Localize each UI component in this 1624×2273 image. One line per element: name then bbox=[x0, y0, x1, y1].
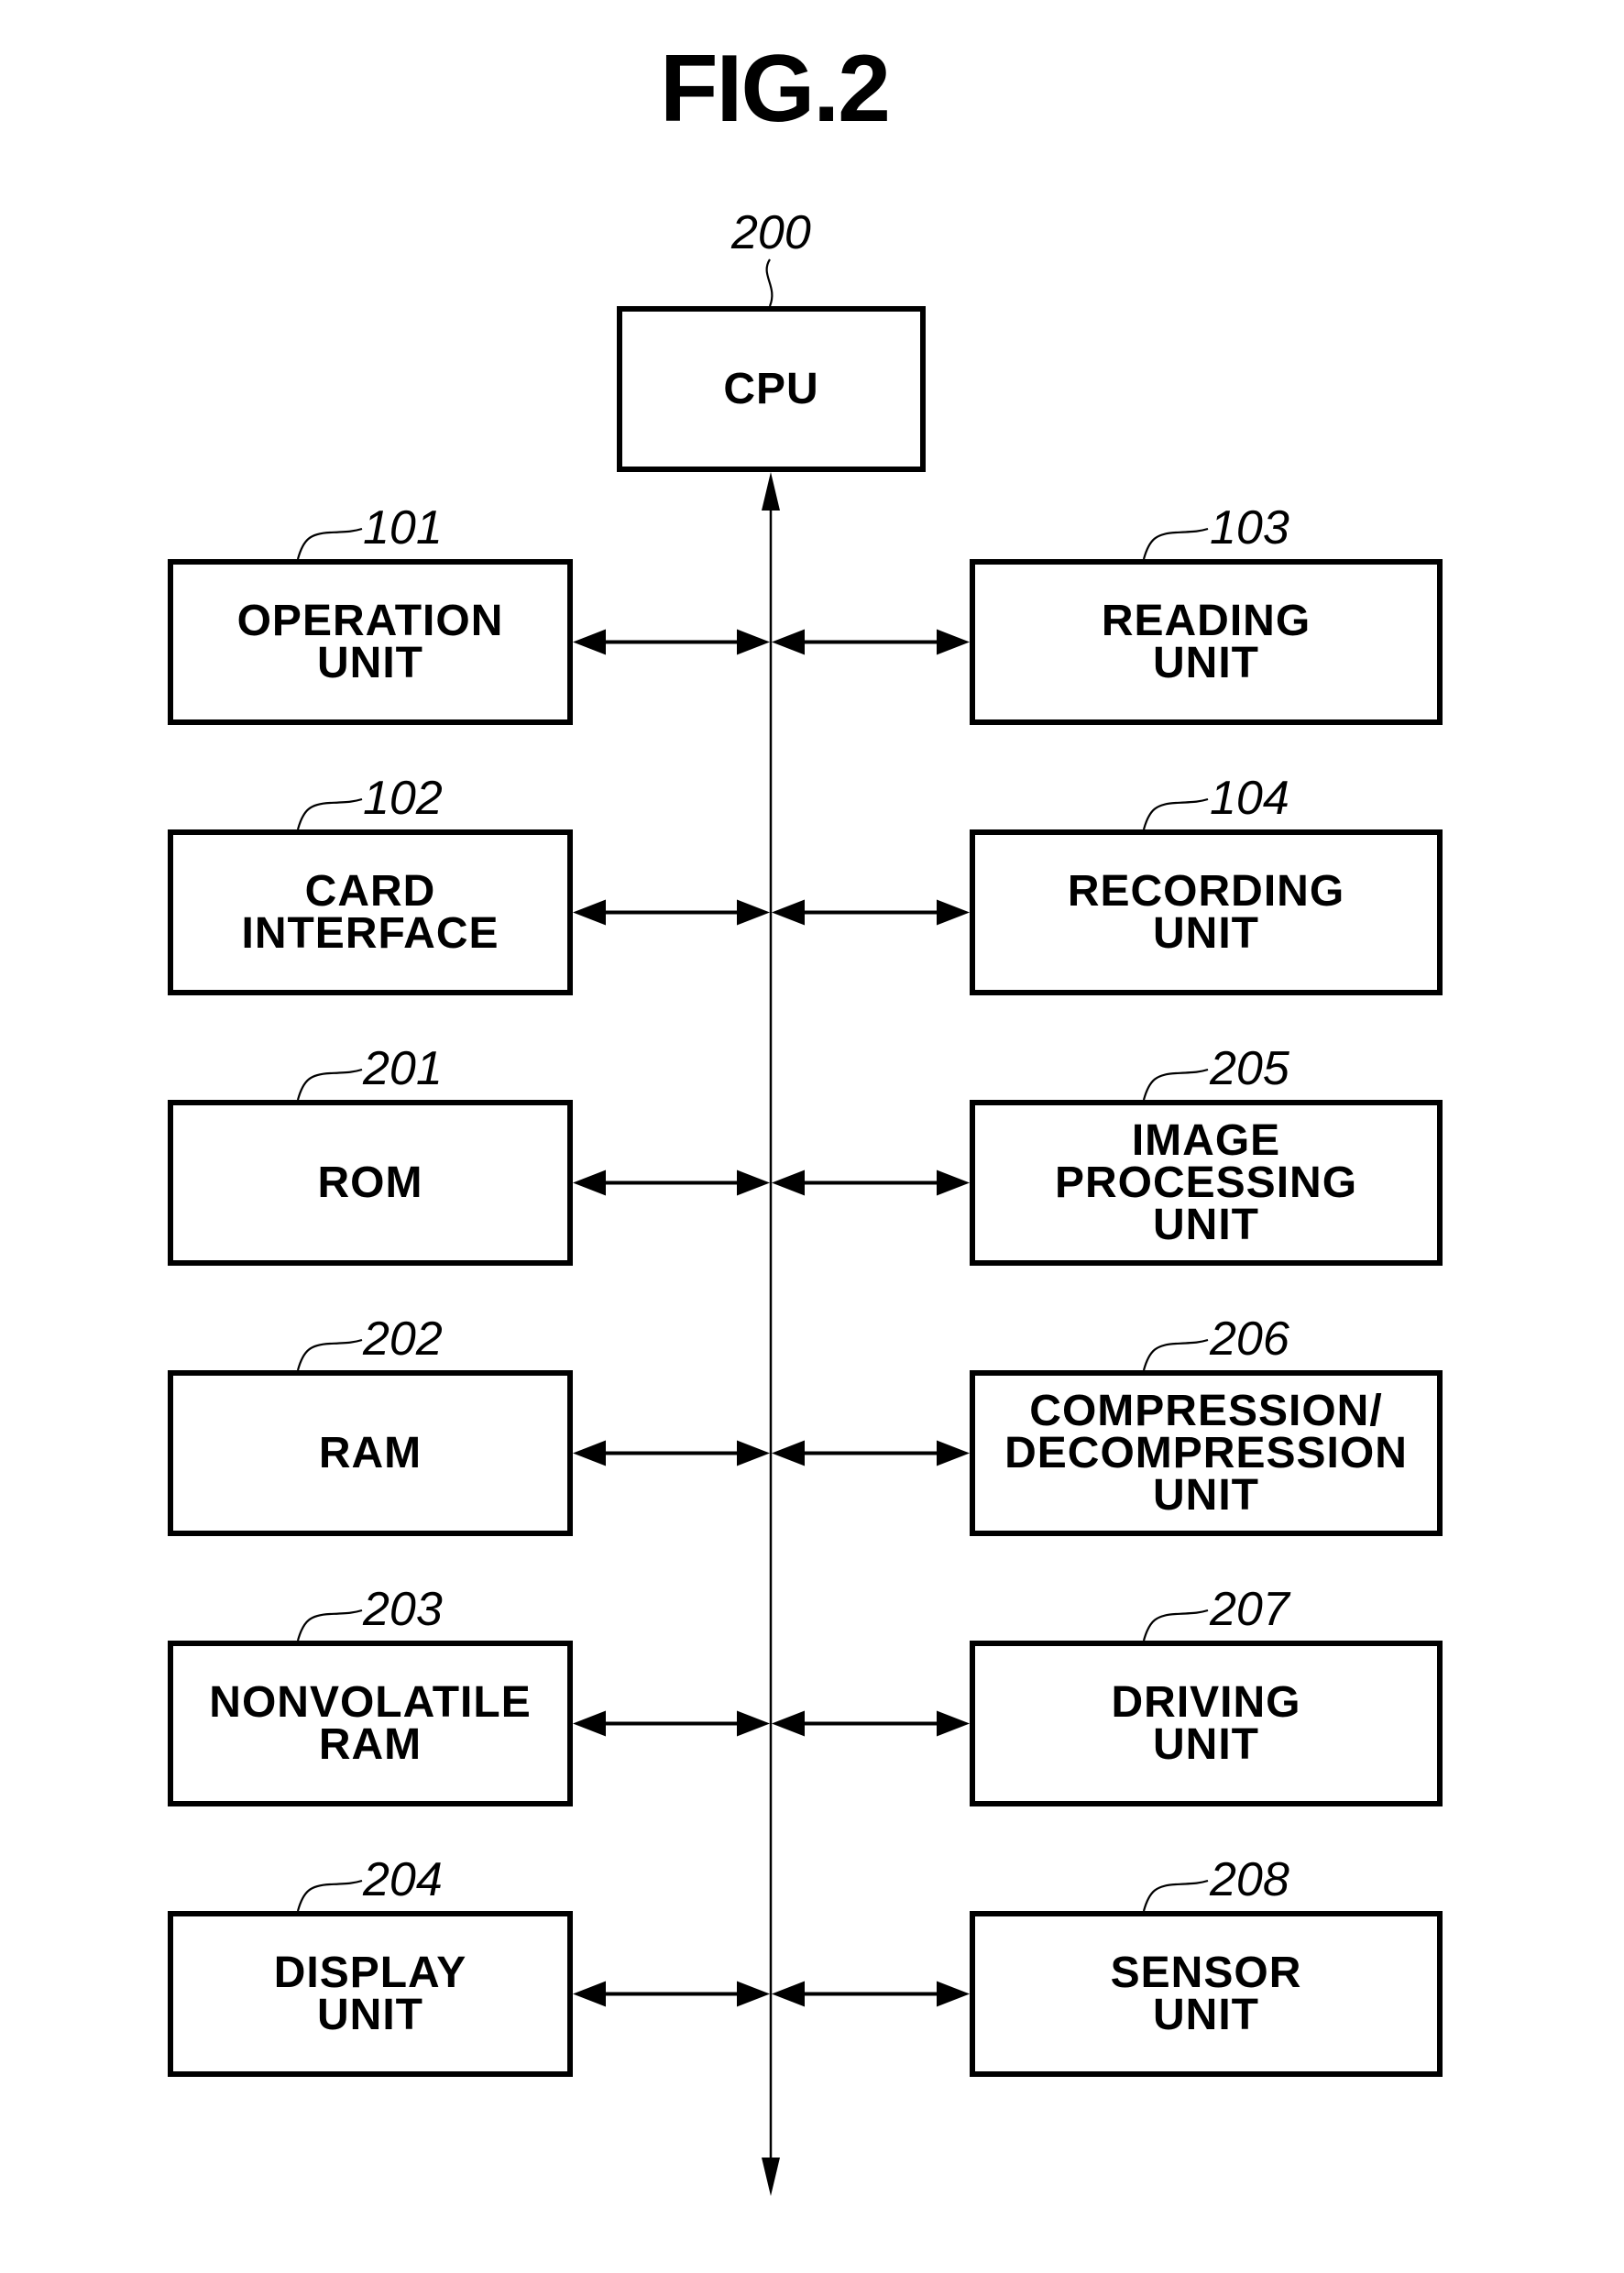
right-connector-arrow-bus-icon-208 bbox=[772, 1981, 805, 2007]
left-ref-numeral-102: 102 bbox=[363, 772, 443, 825]
right-block-207-label: DRIVING UNIT bbox=[1111, 1677, 1301, 1769]
left-leader-line-102 bbox=[296, 797, 363, 830]
right-connector-arrow-block-icon-207 bbox=[937, 1710, 970, 1737]
right-leader-line-208 bbox=[1142, 1879, 1209, 1912]
cpu-ref-numeral: 200 bbox=[731, 206, 811, 259]
right-block-208: SENSOR UNIT bbox=[970, 1911, 1443, 2077]
right-ref-numeral-104: 104 bbox=[1210, 772, 1289, 825]
left-connector-arrow-bus-icon-203 bbox=[737, 1710, 770, 1737]
right-block-103: READING UNIT bbox=[970, 559, 1443, 725]
left-connector-arrow-bus-icon-101 bbox=[737, 629, 770, 655]
right-leader-line-103 bbox=[1142, 527, 1209, 560]
left-block-202: RAM bbox=[168, 1370, 573, 1536]
right-connector-arrow-block-icon-104 bbox=[937, 899, 970, 926]
cpu-leader-line bbox=[765, 258, 774, 307]
right-block-205: IMAGE PROCESSING UNIT bbox=[970, 1100, 1443, 1266]
left-connector-arrow-bus-icon-201 bbox=[737, 1169, 770, 1196]
left-connector-arrow-bus-icon-202 bbox=[737, 1440, 770, 1466]
right-leader-line-205 bbox=[1142, 1068, 1209, 1101]
right-block-205-label: IMAGE PROCESSING UNIT bbox=[1054, 1115, 1358, 1249]
right-connector-arrow-block-icon-103 bbox=[937, 629, 970, 655]
left-ref-numeral-202: 202 bbox=[363, 1312, 443, 1366]
right-block-104: RECORDING UNIT bbox=[970, 829, 1443, 995]
left-block-101-label: OPERATION UNIT bbox=[236, 596, 504, 687]
cpu-block: CPU bbox=[617, 306, 926, 472]
cpu-block-label: CPU bbox=[723, 364, 819, 413]
left-block-102-label: CARD INTERFACE bbox=[241, 866, 499, 958]
left-connector-arrow-block-icon-102 bbox=[573, 899, 606, 926]
right-ref-numeral-205: 205 bbox=[1210, 1042, 1289, 1095]
right-leader-line-206 bbox=[1142, 1338, 1209, 1371]
left-block-203: NONVOLATILE RAM bbox=[168, 1641, 573, 1806]
right-connector-arrow-bus-icon-207 bbox=[772, 1710, 805, 1737]
left-block-204-label: DISPLAY UNIT bbox=[273, 1948, 467, 2039]
left-leader-line-203 bbox=[296, 1609, 363, 1642]
left-connector-arrow-block-icon-101 bbox=[573, 629, 606, 655]
right-connector-arrow-bus-icon-104 bbox=[772, 899, 805, 926]
left-block-203-label: NONVOLATILE RAM bbox=[209, 1677, 532, 1769]
left-block-201-label: ROM bbox=[317, 1158, 423, 1207]
right-ref-numeral-103: 103 bbox=[1210, 501, 1289, 555]
left-leader-line-101 bbox=[296, 527, 363, 560]
left-ref-numeral-201: 201 bbox=[363, 1042, 443, 1095]
right-leader-line-104 bbox=[1142, 797, 1209, 830]
left-connector-arrow-block-icon-203 bbox=[573, 1710, 606, 1737]
right-connector-arrow-bus-icon-205 bbox=[772, 1169, 805, 1196]
right-connector-arrow-block-icon-206 bbox=[937, 1440, 970, 1466]
right-block-103-label: READING UNIT bbox=[1101, 596, 1311, 687]
bus-arrow-down-icon bbox=[762, 2158, 780, 2196]
right-leader-line-207 bbox=[1142, 1609, 1209, 1642]
left-block-102: CARD INTERFACE bbox=[168, 829, 573, 995]
right-connector-arrow-bus-icon-206 bbox=[772, 1440, 805, 1466]
right-block-206: COMPRESSION/ DECOMPRESSION UNIT bbox=[970, 1370, 1443, 1536]
left-block-101: OPERATION UNIT bbox=[168, 559, 573, 725]
left-connector-arrow-bus-icon-102 bbox=[737, 899, 770, 926]
left-connector-arrow-block-icon-202 bbox=[573, 1440, 606, 1466]
left-connector-arrow-block-icon-201 bbox=[573, 1169, 606, 1196]
right-connector-arrow-block-icon-205 bbox=[937, 1169, 970, 1196]
left-leader-line-201 bbox=[296, 1068, 363, 1101]
left-block-201: ROM bbox=[168, 1100, 573, 1266]
right-block-207: DRIVING UNIT bbox=[970, 1641, 1443, 1806]
left-ref-numeral-101: 101 bbox=[363, 501, 443, 555]
right-ref-numeral-206: 206 bbox=[1210, 1312, 1289, 1366]
left-block-202-label: RAM bbox=[318, 1428, 422, 1477]
right-ref-numeral-207: 207 bbox=[1210, 1583, 1289, 1636]
right-connector-arrow-bus-icon-103 bbox=[772, 629, 805, 655]
bus-arrow-up-icon bbox=[762, 472, 780, 511]
left-connector-arrow-bus-icon-204 bbox=[737, 1981, 770, 2007]
right-connector-arrow-block-icon-208 bbox=[937, 1981, 970, 2007]
left-block-204: DISPLAY UNIT bbox=[168, 1911, 573, 2077]
right-block-104-label: RECORDING UNIT bbox=[1067, 866, 1345, 958]
right-ref-numeral-208: 208 bbox=[1210, 1853, 1289, 1906]
left-leader-line-204 bbox=[296, 1879, 363, 1912]
left-ref-numeral-204: 204 bbox=[363, 1853, 443, 1906]
left-connector-arrow-block-icon-204 bbox=[573, 1981, 606, 2007]
right-block-208-label: SENSOR UNIT bbox=[1110, 1948, 1302, 2039]
left-ref-numeral-203: 203 bbox=[363, 1583, 443, 1636]
left-leader-line-202 bbox=[296, 1338, 363, 1371]
right-block-206-label: COMPRESSION/ DECOMPRESSION UNIT bbox=[1004, 1386, 1408, 1520]
